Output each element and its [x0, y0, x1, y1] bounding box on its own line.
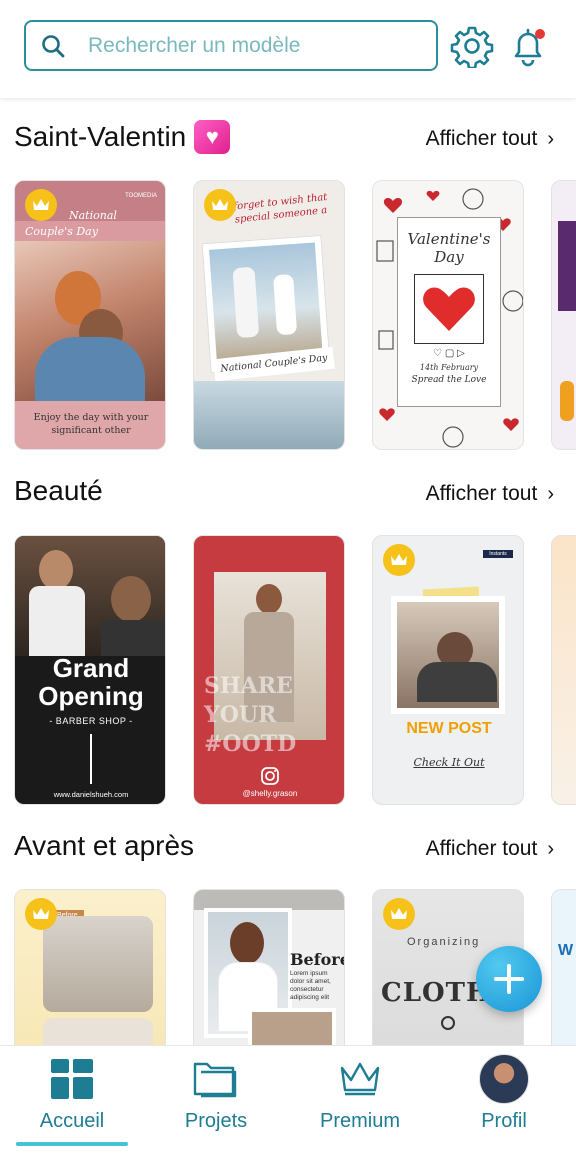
- nav-label: Premium: [319, 1110, 400, 1132]
- card-footer: Enjoy the day with your significant othe…: [15, 401, 165, 449]
- card-logo: TOOMEDIA: [125, 193, 157, 199]
- search-input[interactable]: Rechercher un modèle: [24, 20, 438, 71]
- card-title: Before: [290, 950, 345, 969]
- chevron-right-icon: ›: [547, 127, 554, 150]
- card-letter: W: [558, 942, 574, 959]
- card-body: Lorem ipsum dolor sit amet, consectetur …: [290, 970, 331, 1001]
- nav-item-profile[interactable]: Profil: [432, 1046, 576, 1146]
- plus-icon: [494, 964, 524, 994]
- chevron-right-icon: ›: [547, 482, 554, 505]
- card-date: 14th February: [419, 363, 479, 372]
- see-all-label: Afficher tout: [425, 482, 538, 505]
- avatar: [479, 1054, 529, 1104]
- chevron-right-icon: ›: [547, 837, 554, 860]
- create-fab-button[interactable]: [476, 946, 542, 1012]
- template-card[interactable]: forget to wish that special someone a Na…: [193, 180, 345, 450]
- bell-icon[interactable]: [508, 24, 550, 68]
- card-subtitle: Organizing: [407, 936, 481, 948]
- template-row-valentine: National Couple's Day TOOMEDIA Enjoy the…: [0, 180, 576, 450]
- card-line2: Couple's Day: [25, 225, 98, 238]
- gear-icon[interactable]: [450, 24, 494, 68]
- see-all-label: Afficher tout: [425, 127, 538, 150]
- search-placeholder: Rechercher un modèle: [88, 33, 301, 57]
- card-handle: @shelly.grason: [242, 789, 298, 798]
- card-title: NEW POST: [406, 720, 492, 737]
- heart-icon: [423, 287, 475, 331]
- see-all-before-after[interactable]: Afficher tout ›: [426, 837, 554, 861]
- template-card[interactable]: SHARE YOUR #OOTD @shelly.grason: [193, 535, 345, 805]
- see-all-valentine[interactable]: Afficher tout ›: [426, 127, 554, 151]
- nav-item-home[interactable]: Accueil: [0, 1046, 144, 1146]
- section-title-text: Beauté: [14, 475, 103, 506]
- template-card[interactable]: Before Lorem ipsum dolor sit amet, conse…: [193, 889, 345, 1045]
- card-tagline: Spread the Love: [411, 375, 487, 385]
- card-title2: Opening: [38, 681, 144, 711]
- crown-icon: [383, 544, 415, 576]
- card-line1: National: [69, 209, 117, 222]
- template-card[interactable]: National Couple's Day TOOMEDIA Enjoy the…: [14, 180, 166, 450]
- section-title-beauty: Beauté: [14, 475, 103, 507]
- crown-icon: [340, 1062, 380, 1096]
- template-card[interactable]: W: [551, 889, 576, 1045]
- template-card[interactable]: Valentine's Day ♡ ▢ ▷ 14th February Spre…: [372, 180, 524, 450]
- see-all-label: Afficher tout: [425, 837, 538, 860]
- nav-item-projects[interactable]: Projets: [144, 1046, 288, 1146]
- template-card[interactable]: Instants NEW POST Check It Out: [372, 535, 524, 805]
- card-subtitle: - BARBER SHOP -: [49, 716, 133, 726]
- card-header-text: forget to wish that special someone a: [233, 191, 328, 226]
- card-text2: YOUR: [204, 702, 277, 728]
- template-row-beauty: Grand Opening - BARBER SHOP - www.daniel…: [0, 535, 576, 805]
- card-title2: Day: [434, 248, 464, 266]
- template-card[interactable]: [551, 180, 576, 450]
- heart-emoji-icon: ♥: [194, 120, 231, 154]
- section-title-text: Avant et après: [14, 830, 195, 861]
- section-title-valentine: Saint-Valentin ♥: [14, 120, 231, 154]
- card-title1: Grand: [52, 653, 130, 683]
- card-text3: #OOTD: [204, 731, 297, 757]
- bottom-nav: Accueil Projets Premium Profil: [0, 1045, 576, 1153]
- crown-icon: [383, 898, 415, 930]
- section-title-text: Saint-Valentin: [14, 121, 187, 152]
- section-title-before-after: Avant et après: [14, 830, 194, 862]
- home-grid-icon: [51, 1059, 93, 1099]
- instagram-icon: [261, 767, 279, 785]
- template-card[interactable]: Before: [14, 889, 166, 1045]
- template-card[interactable]: Grand Opening - BARBER SHOP - www.daniel…: [14, 535, 166, 805]
- template-card[interactable]: [551, 535, 576, 805]
- social-icons: ♡ ▢ ▷: [433, 348, 465, 359]
- top-bar: Rechercher un modèle: [0, 0, 576, 98]
- room-photo: [43, 916, 153, 1012]
- barber-photo: [15, 536, 165, 656]
- nav-label: Accueil: [39, 1110, 105, 1132]
- crown-icon: [204, 189, 236, 221]
- crown-icon: [25, 189, 57, 221]
- active-indicator: [16, 1142, 128, 1146]
- see-all-beauty[interactable]: Afficher tout ›: [426, 482, 554, 506]
- card-text1: SHARE: [204, 673, 293, 699]
- nav-item-premium[interactable]: Premium: [288, 1046, 432, 1146]
- card-badge: Instants: [483, 550, 513, 558]
- card-url: www.danielshueh.com: [53, 790, 129, 799]
- valentine-card: Valentine's Day ♡ ▢ ▷ 14th February Spre…: [397, 217, 501, 407]
- card-title1: Valentine's: [407, 230, 491, 248]
- search-icon: [42, 34, 65, 57]
- folder-icon: [193, 1062, 237, 1098]
- nav-label: Profil: [481, 1110, 527, 1132]
- couple-photo: [15, 241, 165, 401]
- crown-icon: [25, 898, 57, 930]
- card-title: CLOTH: [381, 978, 492, 1008]
- card-cta: Check It Out: [413, 756, 485, 769]
- nav-label: Projets: [184, 1110, 248, 1132]
- photo-frame: [391, 596, 505, 714]
